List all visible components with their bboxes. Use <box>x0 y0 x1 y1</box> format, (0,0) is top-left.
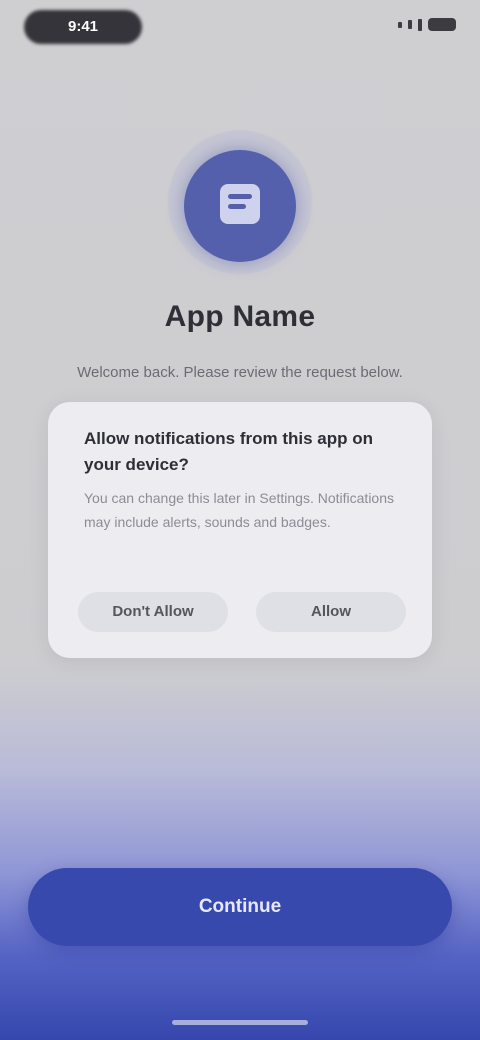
page-title: App Name <box>164 300 316 333</box>
continue-button[interactable]: Continue <box>28 868 452 946</box>
permission-dialog: Allow notifications from this app on you… <box>48 402 432 658</box>
battery-icon <box>428 18 456 31</box>
signal-icon <box>418 18 422 31</box>
page-subtitle: Welcome back. Please review the request … <box>77 364 403 381</box>
dialog-title: Allow notifications from this app on you… <box>84 429 373 474</box>
deny-button[interactable]: Don't Allow <box>78 592 228 632</box>
signal-icon <box>408 20 412 29</box>
status-icons <box>398 18 456 31</box>
app-icon <box>184 150 296 262</box>
dialog-body: You can change this later in Settings. N… <box>84 490 395 530</box>
allow-button[interactable]: Allow <box>256 592 406 632</box>
app-icon-glyph <box>220 184 260 224</box>
status-time: 9:41 <box>67 18 99 35</box>
status-bar: 9:41 <box>0 0 480 56</box>
signal-icon <box>398 21 402 28</box>
home-indicator[interactable] <box>172 1020 308 1025</box>
